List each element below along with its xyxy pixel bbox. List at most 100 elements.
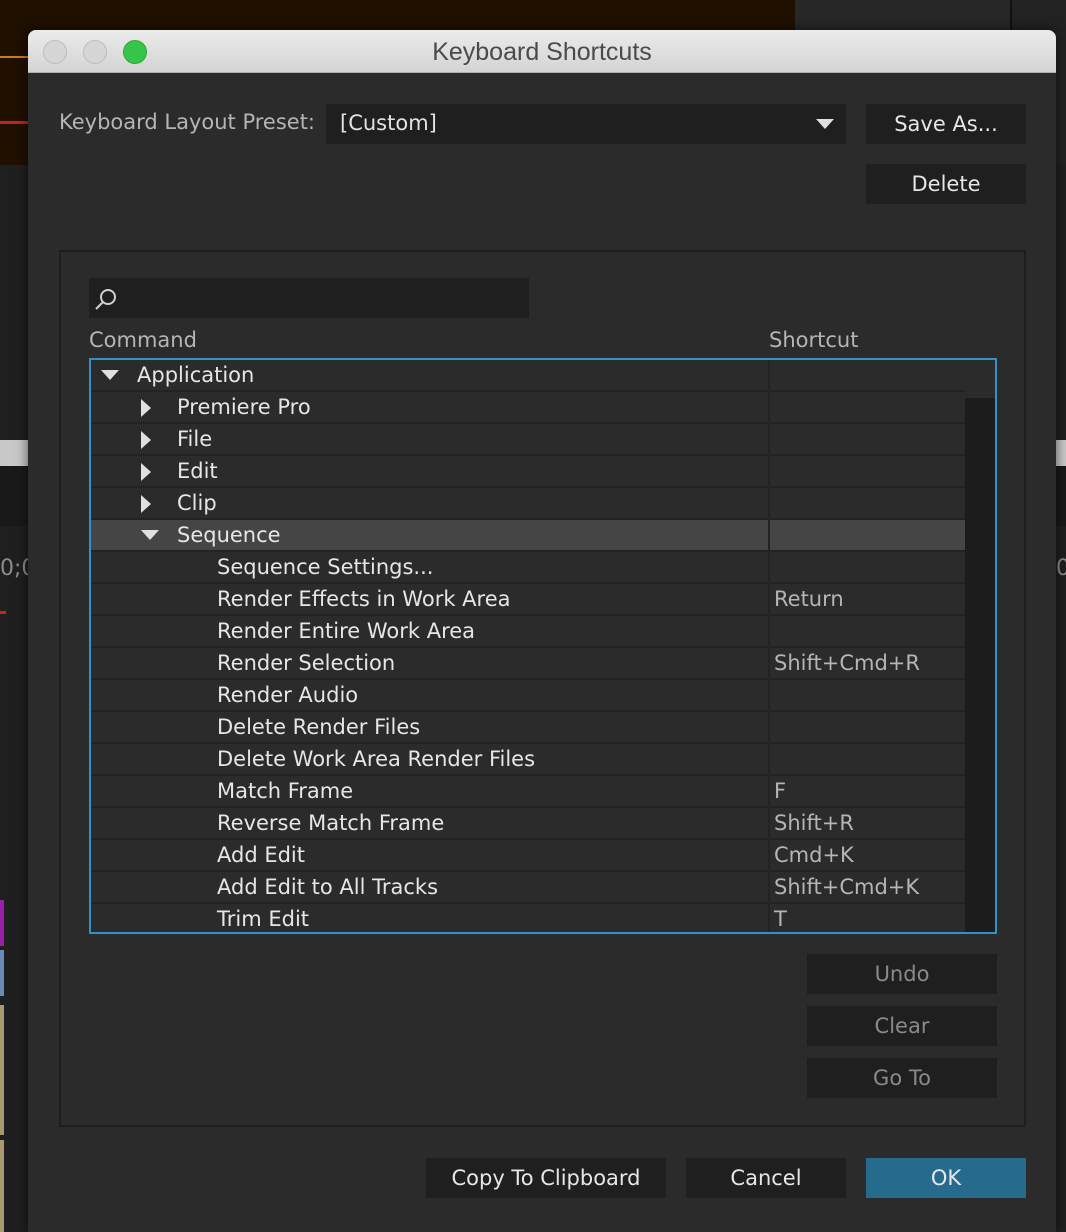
disclosure-collapsed-icon[interactable] — [141, 399, 151, 417]
vertical-scrollbar[interactable] — [965, 360, 995, 932]
save-as-button[interactable]: Save As... — [866, 104, 1026, 144]
command-row[interactable]: Render Entire Work Area — [91, 616, 995, 648]
command-row[interactable]: Match Frame F — [91, 776, 995, 808]
command-label: Sequence Settings... — [217, 555, 434, 579]
background-clip-tan-2 — [0, 1140, 4, 1232]
background-clip-tan — [0, 1005, 4, 1135]
shortcut-cell[interactable]: Cmd+K — [770, 840, 965, 870]
command-label: Delete Render Files — [217, 715, 421, 739]
command-label: File — [177, 427, 213, 451]
command-cell: Reverse Match Frame — [91, 808, 770, 838]
command-label: Trim Edit — [217, 907, 310, 931]
background-clip-magenta — [0, 900, 4, 946]
go-to-button[interactable]: Go To — [807, 1058, 997, 1098]
undo-button[interactable]: Undo — [807, 954, 997, 994]
background-orange-line — [0, 56, 30, 58]
command-cell: Clip — [91, 488, 770, 518]
shortcut-cell[interactable] — [770, 488, 965, 518]
shortcut-cell[interactable] — [770, 520, 965, 550]
shortcut-cell[interactable] — [770, 360, 965, 390]
command-row[interactable]: Trim Edit T — [91, 904, 995, 932]
command-label: Add Edit — [217, 843, 305, 867]
cancel-button[interactable]: Cancel — [686, 1158, 846, 1198]
shortcut-cell[interactable]: Shift+R — [770, 808, 965, 838]
command-row[interactable]: Application — [91, 360, 995, 392]
command-cell: Delete Work Area Render Files — [91, 744, 770, 774]
command-tree[interactable]: Application Premiere Pro File Edit Clip Seque… — [89, 358, 997, 934]
command-label: Sequence — [177, 523, 281, 547]
scrollbar-thumb[interactable] — [965, 360, 995, 398]
disclosure-collapsed-icon[interactable] — [141, 463, 151, 481]
shortcut-cell[interactable]: Shift+Cmd+R — [770, 648, 965, 678]
command-cell: Render Effects in Work Area — [91, 584, 770, 614]
window-title: Keyboard Shortcuts — [432, 38, 652, 66]
delete-button[interactable]: Delete — [866, 164, 1026, 204]
shortcut-cell[interactable] — [770, 616, 965, 646]
command-cell: Trim Edit — [91, 904, 770, 932]
command-cell: Add Edit — [91, 840, 770, 870]
command-row[interactable]: Render Audio — [91, 680, 995, 712]
command-cell: Premiere Pro — [91, 392, 770, 422]
clear-button[interactable]: Clear — [807, 1006, 997, 1046]
keyboard-shortcuts-dialog: Keyboard Shortcuts Keyboard Layout Prese… — [28, 30, 1056, 1232]
command-label: Premiere Pro — [177, 395, 311, 419]
command-row[interactable]: Clip — [91, 488, 995, 520]
search-input[interactable] — [89, 278, 529, 318]
background-timecode-right: 0; — [1056, 556, 1066, 581]
command-row[interactable]: File — [91, 424, 995, 456]
keyboard-layout-preset-dropdown[interactable]: [Custom] — [326, 104, 846, 144]
disclosure-expanded-icon[interactable] — [101, 370, 119, 380]
command-row[interactable]: Render Effects in Work Area Return — [91, 584, 995, 616]
background-red-line — [0, 121, 30, 124]
command-cell: Application — [91, 360, 770, 390]
command-cell: Sequence Settings... — [91, 552, 770, 582]
ok-button[interactable]: OK — [866, 1158, 1026, 1198]
command-row[interactable]: Delete Work Area Render Files — [91, 744, 995, 776]
command-row[interactable]: Delete Render Files — [91, 712, 995, 744]
command-row[interactable]: Reverse Match Frame Shift+R — [91, 808, 995, 840]
preset-label: Keyboard Layout Preset: — [59, 110, 316, 134]
command-row[interactable]: Edit — [91, 456, 995, 488]
shortcut-cell[interactable] — [770, 424, 965, 454]
command-cell: Render Entire Work Area — [91, 616, 770, 646]
command-label: Delete Work Area Render Files — [217, 747, 536, 771]
command-row[interactable]: Render Selection Shift+Cmd+R — [91, 648, 995, 680]
command-cell: File — [91, 424, 770, 454]
command-cell: Add Edit to All Tracks — [91, 872, 770, 902]
background-playhead-mark — [0, 611, 6, 614]
shortcut-cell[interactable]: Return — [770, 584, 965, 614]
column-header-command[interactable]: Command — [89, 328, 197, 352]
command-label: Render Audio — [217, 683, 359, 707]
shortcut-cell[interactable] — [770, 552, 965, 582]
shortcut-cell[interactable] — [770, 680, 965, 710]
shortcut-cell[interactable] — [770, 456, 965, 486]
preset-value: [Custom] — [340, 111, 437, 135]
command-label: Render Selection — [217, 651, 396, 675]
command-row[interactable]: Sequence Settings... — [91, 552, 995, 584]
copy-to-clipboard-button[interactable]: Copy To Clipboard — [426, 1158, 666, 1198]
command-row[interactable]: Sequence — [91, 520, 995, 552]
shortcut-cell[interactable]: T — [770, 904, 965, 932]
command-label: Render Effects in Work Area — [217, 587, 511, 611]
shortcuts-panel: Command Shortcut Application Premiere Pro… — [59, 250, 1026, 1127]
shortcut-cell[interactable] — [770, 392, 965, 422]
command-cell: Edit — [91, 456, 770, 486]
command-cell: Render Selection — [91, 648, 770, 678]
shortcut-cell[interactable] — [770, 712, 965, 742]
column-header-shortcut[interactable]: Shortcut — [769, 328, 858, 352]
search-icon — [95, 289, 116, 310]
disclosure-expanded-icon[interactable] — [141, 530, 159, 540]
disclosure-collapsed-icon[interactable] — [141, 495, 151, 513]
command-label: Render Entire Work Area — [217, 619, 476, 643]
command-row[interactable]: Premiere Pro — [91, 392, 995, 424]
shortcut-cell[interactable]: Shift+Cmd+K — [770, 872, 965, 902]
command-row[interactable]: Add Edit to All Tracks Shift+Cmd+K — [91, 872, 995, 904]
command-row[interactable]: Add Edit Cmd+K — [91, 840, 995, 872]
chevron-down-icon — [816, 119, 834, 129]
title-bar[interactable]: Keyboard Shortcuts — [28, 30, 1056, 73]
command-cell: Delete Render Files — [91, 712, 770, 742]
disclosure-collapsed-icon[interactable] — [141, 431, 151, 449]
shortcut-cell[interactable]: F — [770, 776, 965, 806]
background-clip-blue — [0, 950, 4, 996]
shortcut-cell[interactable] — [770, 744, 965, 774]
